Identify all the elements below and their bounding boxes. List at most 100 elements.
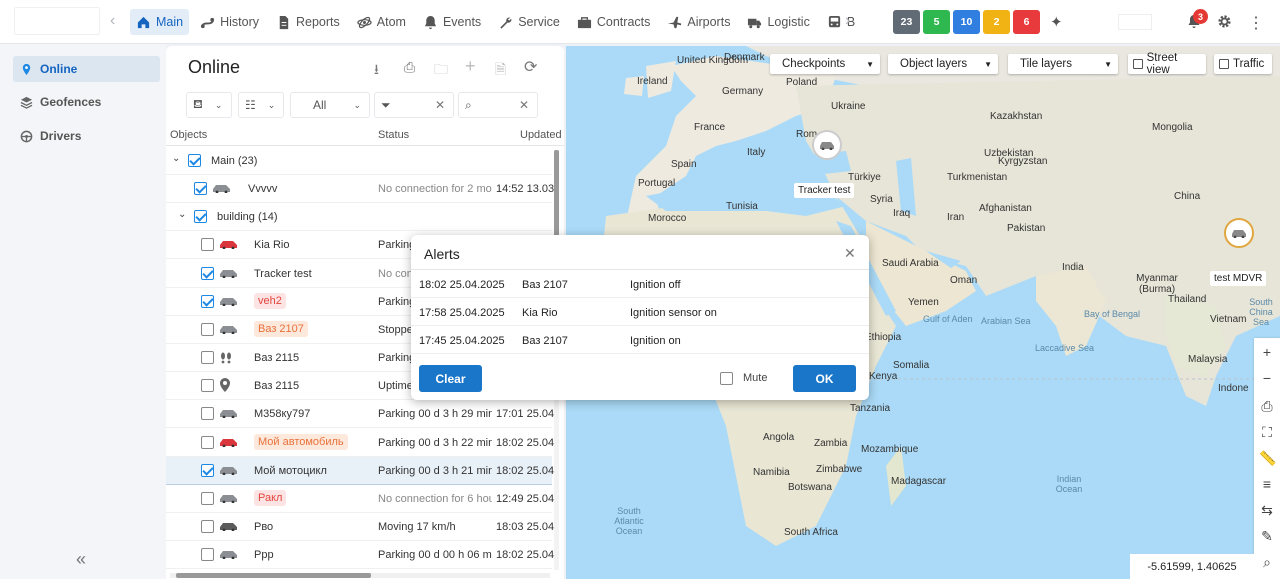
status-count-badge[interactable]: 2 — [983, 10, 1010, 34]
close-icon[interactable]: ✕ — [844, 245, 856, 262]
status-filter-select[interactable]: All ⌄ — [290, 92, 370, 118]
group-row[interactable]: ⌄ Main (23) — [166, 147, 552, 175]
map-label: United Kingdom — [677, 55, 749, 66]
alert-row[interactable]: 18:02 25.04.2025 Ваз 2107 Ignition off — [411, 270, 869, 298]
tab-reports[interactable]: Reports — [270, 9, 346, 35]
row-checkbox[interactable] — [201, 491, 214, 505]
nav-scroll-left-icon[interactable]: ‹ — [110, 12, 115, 30]
map-marker-test-mdvr[interactable] — [1224, 218, 1254, 248]
status-count-badge[interactable]: 10 — [953, 10, 980, 34]
traffic-toggle[interactable]: Traffic — [1214, 54, 1272, 74]
layers-icon[interactable]: ≡ — [1259, 476, 1275, 492]
street-view-toggle[interactable]: Street view — [1128, 52, 1206, 76]
print-icon[interactable]: ⎙ — [404, 59, 420, 75]
group-checkbox[interactable] — [188, 154, 201, 167]
text-filter-input[interactable]: ⏷ ✕ — [374, 92, 454, 118]
tab-contracts[interactable]: Contracts — [571, 9, 657, 35]
tab-main[interactable]: Main — [130, 9, 190, 35]
checkpoints-dropdown[interactable]: Checkpoints ▼ — [770, 54, 880, 74]
search-input[interactable]: ⌕ ✕ — [458, 92, 538, 118]
fullscreen-icon[interactable]: ⛶ — [1259, 424, 1275, 440]
sidebar-item-drivers[interactable]: Drivers — [13, 123, 160, 149]
column-updated[interactable]: Updated — [520, 129, 562, 141]
add-folder-icon[interactable]: 🗀 — [434, 59, 450, 77]
edit-shape-icon[interactable]: ✎ — [1259, 528, 1275, 544]
row-checkbox[interactable] — [201, 435, 214, 449]
add-object-icon[interactable]: + — [465, 56, 481, 76]
fill-filter-dropdown[interactable]: ⛾ ⌄ — [186, 92, 232, 118]
zoom-in-icon[interactable]: + — [1259, 344, 1275, 360]
ok-button[interactable]: OK — [793, 365, 856, 392]
nav-scroll-right-icon[interactable]: › — [845, 12, 850, 30]
more-menu-icon[interactable]: ⋮ — [1248, 13, 1264, 33]
sidebar-item-online[interactable]: Online — [13, 56, 160, 82]
company-logo[interactable] — [14, 7, 100, 35]
group-row[interactable]: ⌄ building (14) — [166, 203, 552, 232]
tab-service[interactable]: Service — [492, 9, 566, 35]
column-status[interactable]: Status — [378, 129, 409, 141]
ruler-icon[interactable]: 📏 — [1259, 450, 1276, 466]
horizontal-scrollbar[interactable] — [170, 573, 550, 578]
row-checkbox[interactable] — [201, 379, 214, 393]
table-row[interactable]: Мой автомобиль Parking 00 d 3 h 22 min 18:… — [166, 429, 554, 457]
table-row[interactable]: Мой мотоцикл Parking 00 d 3 h 21 min 18:02… — [166, 456, 554, 485]
tab-atom[interactable]: Atom — [351, 9, 412, 35]
table-row[interactable]: Vvvvv No connection for 2 mon 14:52 13.03 — [166, 175, 554, 204]
car-icon — [220, 241, 237, 250]
alert-row[interactable]: 17:58 25.04.2025 Kia Rio Ignition sensor… — [411, 298, 869, 326]
tab-b[interactable]: B — [821, 9, 861, 35]
map-label: Kyrgyzstan — [998, 156, 1048, 167]
status-count-badge[interactable]: 23 — [893, 10, 920, 34]
ai-sparkle-icon[interactable]: ✦ — [1050, 13, 1063, 31]
status-count-badge[interactable]: 6 — [1013, 10, 1040, 34]
map-label: Mongolia — [1152, 122, 1193, 133]
status-count-badge[interactable]: 5 — [923, 10, 950, 34]
hierarchy-filter-dropdown[interactable]: ☷ ⌄ — [238, 92, 284, 118]
street-view-checkbox[interactable] — [1133, 59, 1143, 69]
tab-history[interactable]: History — [194, 9, 265, 35]
row-checkbox[interactable] — [201, 519, 214, 533]
chevron-down-icon[interactable]: ⌄ — [172, 153, 180, 164]
print-map-icon[interactable]: ⎙ — [1259, 398, 1275, 414]
row-checkbox[interactable] — [201, 351, 214, 365]
row-checkbox[interactable] — [201, 548, 214, 562]
alert-event: Ignition on — [630, 335, 681, 347]
refresh-icon[interactable]: ⟳ — [524, 57, 540, 76]
user-account[interactable] — [1118, 14, 1152, 30]
chevron-down-icon[interactable]: ⌄ — [178, 209, 186, 220]
map-marker-tracker-test[interactable] — [812, 130, 842, 160]
object-icon-wrap — [219, 549, 239, 562]
table-row[interactable]: М358ку797 Parking 00 d 3 h 29 min 17:01 25… — [166, 400, 554, 429]
row-checkbox[interactable] — [201, 266, 214, 280]
tab-airports[interactable]: Airports — [661, 9, 736, 35]
download-icon[interactable]: ⭳ — [374, 59, 390, 77]
alert-row[interactable]: 17:45 25.04.2025 Ваз 2107 Ignition on — [411, 326, 869, 354]
tile-layers-dropdown[interactable]: Tile layers ▼ — [1008, 54, 1118, 74]
import-file-icon[interactable]: 🗎 — [495, 59, 511, 77]
clear-filter-icon[interactable]: ✕ — [435, 98, 445, 112]
table-row[interactable]: Ракл No connection for 6 hour 12:49 25.04 — [166, 485, 554, 513]
row-checkbox[interactable] — [201, 407, 214, 421]
mute-checkbox[interactable] — [720, 372, 733, 385]
row-checkbox[interactable] — [201, 322, 214, 336]
row-checkbox[interactable] — [201, 294, 214, 308]
row-checkbox[interactable] — [201, 463, 214, 477]
zoom-out-icon[interactable]: − — [1259, 370, 1275, 386]
group-checkbox[interactable] — [194, 210, 207, 224]
object-layers-dropdown[interactable]: Object layers ▼ — [888, 54, 998, 74]
column-objects[interactable]: Objects — [170, 129, 207, 141]
row-checkbox[interactable] — [201, 238, 214, 252]
swap-icon[interactable]: ⇆ — [1259, 502, 1275, 518]
clear-search-icon[interactable]: ✕ — [519, 98, 529, 112]
row-checkbox[interactable] — [194, 182, 207, 196]
tab-events[interactable]: Events — [417, 9, 487, 35]
tab-logistic[interactable]: Logistic — [741, 9, 815, 35]
collapse-sidebar-icon[interactable]: « — [76, 549, 86, 570]
sidebar-item-geofences[interactable]: Geofences — [13, 89, 160, 115]
clear-button[interactable]: Clear — [419, 365, 482, 392]
traffic-checkbox[interactable] — [1219, 59, 1229, 69]
table-row[interactable]: Ppp Parking 00 d 00 h 06 min 18:02 25.04 — [166, 541, 554, 570]
settings-gear-icon[interactable] — [1217, 14, 1232, 29]
table-row[interactable]: Рво Moving 17 km/h 18:03 25.04 — [166, 513, 554, 541]
search-location-icon[interactable]: ⌕ — [1259, 554, 1275, 570]
